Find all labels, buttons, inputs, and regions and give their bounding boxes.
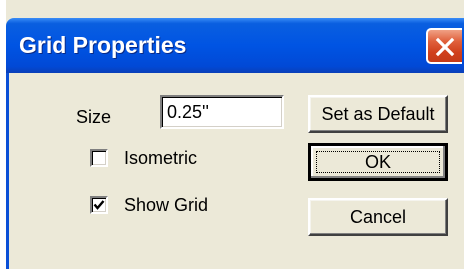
cancel-button[interactable]: Cancel xyxy=(308,198,448,236)
set-as-default-button[interactable]: Set as Default xyxy=(308,95,448,133)
show-grid-checkbox[interactable] xyxy=(90,196,108,214)
show-grid-checkbox-row[interactable]: Show Grid xyxy=(90,195,208,215)
grid-properties-dialog: Grid Properties Size Isometric Show Grid… xyxy=(6,0,464,269)
window-frame-left xyxy=(6,73,9,269)
size-input[interactable] xyxy=(160,95,284,129)
isometric-checkbox-row[interactable]: Isometric xyxy=(90,148,197,168)
show-grid-label: Show Grid xyxy=(124,195,209,215)
set-as-default-label: Set as Default xyxy=(321,103,435,124)
cancel-label: Cancel xyxy=(349,206,407,227)
close-icon xyxy=(435,37,455,57)
dialog-title: Grid Properties xyxy=(19,32,187,58)
ok-button[interactable]: OK xyxy=(308,143,448,181)
focus-rectangle xyxy=(316,151,440,173)
size-label: Size xyxy=(76,107,112,127)
title-bar[interactable]: Grid Properties xyxy=(6,18,464,73)
isometric-label: Isometric xyxy=(124,148,198,168)
isometric-checkbox[interactable] xyxy=(90,149,108,167)
checkmark-icon xyxy=(93,200,105,210)
close-button[interactable] xyxy=(426,28,462,64)
